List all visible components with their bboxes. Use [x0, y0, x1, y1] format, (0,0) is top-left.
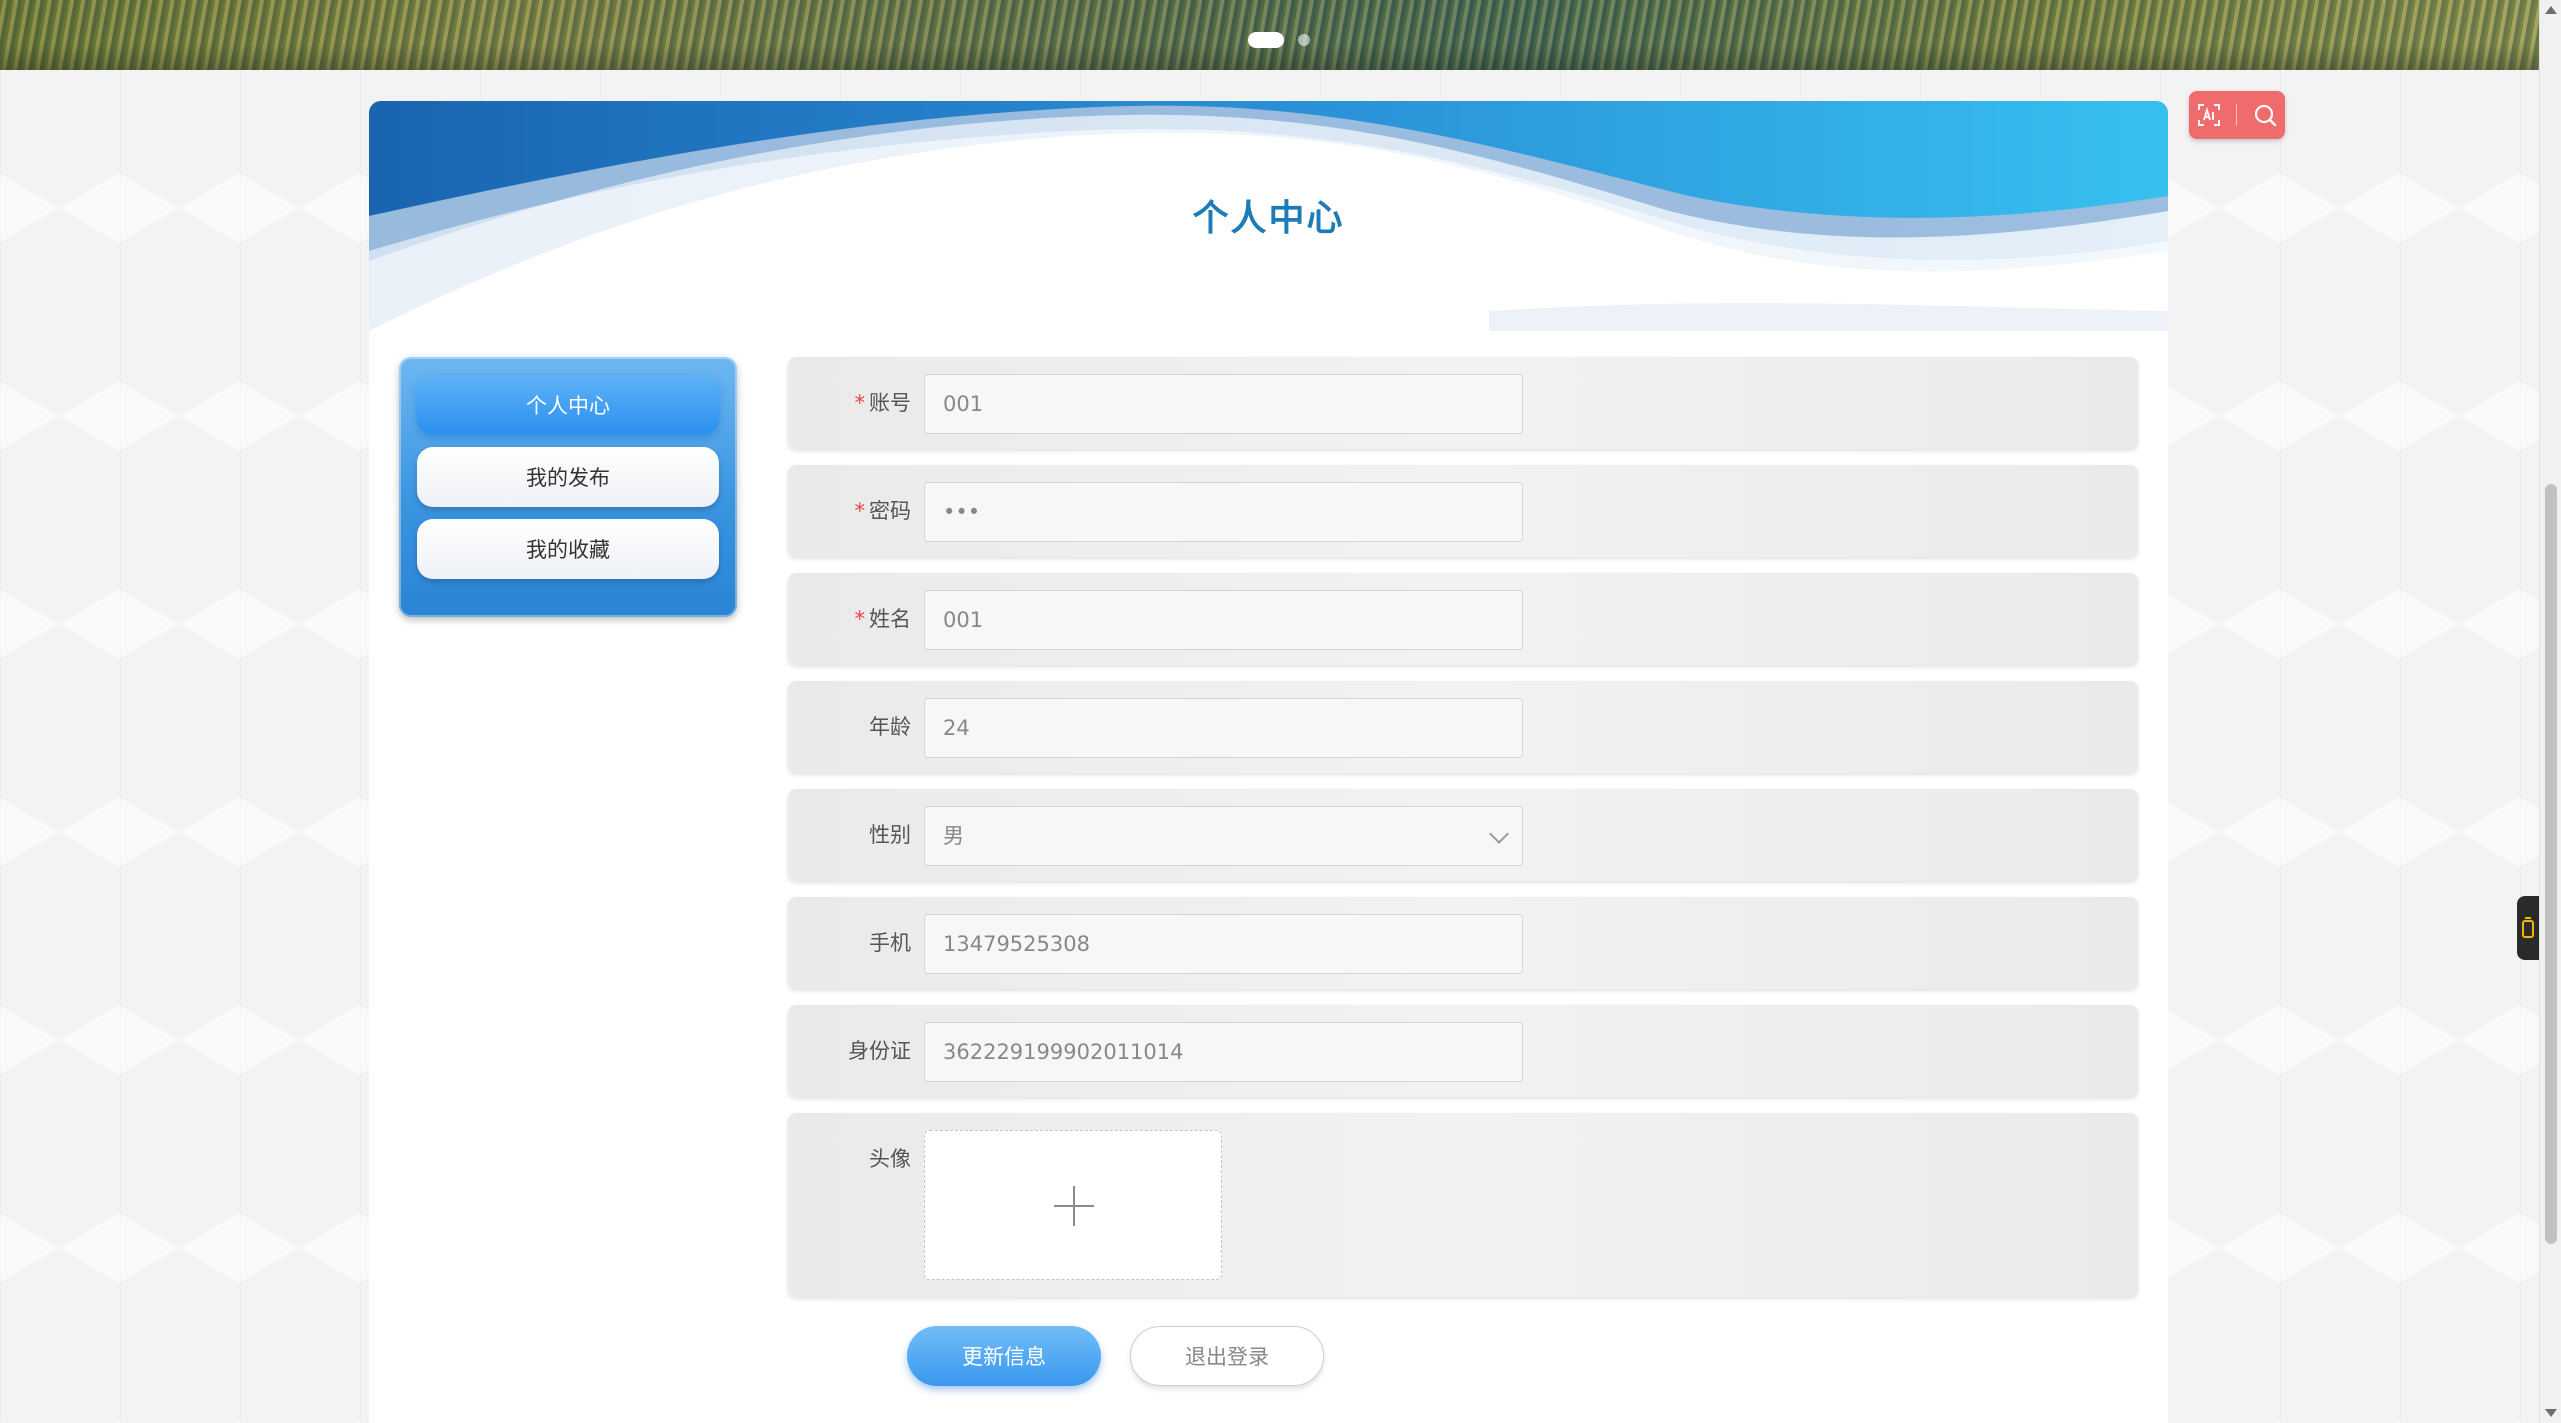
floating-toolbar: [2189, 91, 2285, 139]
name-input[interactable]: 001: [924, 590, 1523, 650]
plus-icon: [1054, 1186, 1094, 1226]
gender-select[interactable]: 男: [924, 806, 1523, 866]
top-banner: [0, 0, 2539, 70]
form-row-gender: 性别 男: [788, 789, 2138, 881]
age-label: 年龄: [869, 715, 911, 739]
account-input[interactable]: 001: [924, 374, 1523, 434]
page-title: 个人中心: [1192, 198, 1345, 239]
form-row-age: 年龄 24: [788, 681, 2138, 773]
phone-input[interactable]: 13479525308: [924, 914, 1523, 974]
gender-label: 性别: [869, 823, 911, 847]
phone-label: 手机: [869, 931, 911, 955]
scroll-down-icon[interactable]: [2545, 1409, 2557, 1417]
form-row-password: * 密码 •••: [788, 465, 2138, 557]
form-row-name: * 姓名 001: [788, 573, 2138, 665]
chevron-down-icon: [1489, 824, 1509, 844]
required-mark: *: [854, 607, 866, 631]
profile-card: 个人中心 个人中心 我的发布 我的收藏 * 账号 001 * 密码 ••• * 姓名 …: [369, 101, 2168, 1423]
menu-item-favorites[interactable]: 我的收藏: [417, 519, 719, 579]
account-label: * 账号: [788, 357, 912, 449]
required-mark: *: [854, 391, 866, 415]
id-card-label: 身份证: [848, 1039, 911, 1063]
search-icon[interactable]: [2252, 102, 2278, 128]
carousel-dot[interactable]: [1298, 34, 1310, 46]
id-card-input[interactable]: 362229199902011014: [924, 1022, 1523, 1082]
form-row-phone: 手机 13479525308: [788, 897, 2138, 989]
scroll-up-icon[interactable]: [2545, 6, 2557, 14]
carousel-indicators: [1248, 32, 1310, 48]
avatar-label: 头像: [869, 1147, 911, 1171]
scroll-thumb[interactable]: [2545, 484, 2557, 1244]
toolbar-divider: [2236, 104, 2238, 126]
gender-select-value: 男: [943, 824, 964, 848]
page-scrollbar[interactable]: [2539, 0, 2561, 1423]
cup-icon: [2522, 917, 2534, 938]
card-header: 个人中心: [369, 101, 2168, 331]
account-label-text: 账号: [869, 391, 911, 415]
password-label-text: 密码: [869, 499, 911, 523]
name-label: * 姓名: [788, 573, 912, 665]
password-label: * 密码: [788, 465, 912, 557]
avatar-upload[interactable]: [924, 1130, 1222, 1280]
password-input[interactable]: •••: [924, 482, 1523, 542]
logout-button[interactable]: 退出登录: [1130, 1326, 1324, 1386]
form-row-avatar: 头像: [788, 1113, 2138, 1297]
update-info-button[interactable]: 更新信息: [907, 1326, 1101, 1386]
carousel-dot-active[interactable]: [1248, 32, 1284, 48]
menu-item-my-posts[interactable]: 我的发布: [417, 447, 719, 507]
age-input[interactable]: 24: [924, 698, 1523, 758]
name-label-text: 姓名: [869, 607, 911, 631]
required-mark: *: [854, 499, 866, 523]
form-row-id-card: 身份证 362229199902011014: [788, 1005, 2138, 1097]
menu-item-profile[interactable]: 个人中心: [417, 375, 719, 435]
form-row-account: * 账号 001: [788, 357, 2138, 449]
side-drawer-tab[interactable]: [2517, 896, 2539, 960]
side-menu: 个人中心 我的发布 我的收藏: [399, 357, 737, 617]
text-recognition-icon[interactable]: [2196, 102, 2222, 128]
